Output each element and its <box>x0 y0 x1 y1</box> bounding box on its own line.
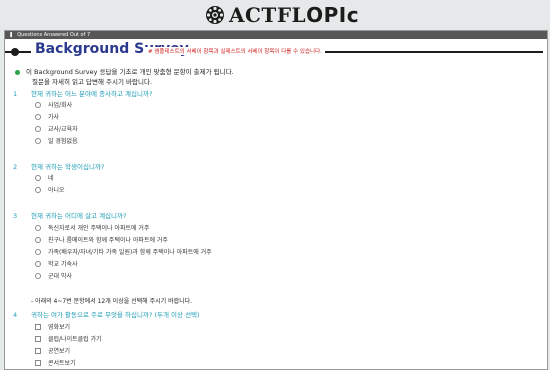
progress-icon: ❚ <box>9 32 14 38</box>
radio-button[interactable] <box>35 113 41 120</box>
title-row: Background Survey # 샘플테스트의 서베이 항목과 실제스트의… <box>5 39 547 63</box>
option-radio[interactable]: 가족(배우자/자녀/기타 가족 일원)과 함께 주택이나 아파트에 거주 <box>35 247 212 256</box>
option-checkbox[interactable]: 클럽/나이트클럽 가기 <box>35 334 102 343</box>
question-1: 1 현재 귀하는 어느 분야에 종사하고 계십니까? <box>13 90 153 98</box>
option-radio[interactable]: 교사/교육자 <box>35 124 78 133</box>
option-radio[interactable]: 독신자로서 개인 주택이나 아파트에 거주 <box>35 223 149 232</box>
bullet-icon <box>15 69 20 75</box>
intro-line-2: 질문을 자세히 읽고 답변해 주시기 바랍니다. <box>32 78 153 86</box>
option-radio[interactable]: 학교 기숙사 <box>35 259 78 268</box>
question-2: 2 현재 귀하는 학생이십니까? <box>13 163 105 171</box>
radio-button[interactable] <box>35 137 41 144</box>
checkbox[interactable] <box>35 335 41 342</box>
intro-text: 이 Background Survey 응답을 기초로 개인 맞춤형 문항이 출… <box>15 67 234 87</box>
emblem-icon <box>206 6 224 24</box>
radio-button[interactable] <box>35 236 41 243</box>
radio-button[interactable] <box>35 260 41 267</box>
option-checkbox[interactable]: 영화보기 <box>35 322 70 331</box>
radio-button[interactable] <box>35 224 41 231</box>
title-bullet-icon <box>11 48 19 56</box>
radio-button[interactable] <box>35 174 41 181</box>
radio-button[interactable] <box>35 125 41 132</box>
logo-text: ACTFLOPIc <box>229 3 360 27</box>
radio-button[interactable] <box>35 248 41 255</box>
option-checkbox[interactable]: 공연보기 <box>35 346 70 355</box>
checkbox[interactable] <box>35 359 41 366</box>
radio-button[interactable] <box>35 101 41 108</box>
progress-label: Questions Answered Out of 7 <box>17 32 91 38</box>
question-3: 3 현재 귀하는 어디에 살고 계십니까? <box>13 212 127 220</box>
checkbox[interactable] <box>35 323 41 330</box>
radio-button[interactable] <box>35 186 41 193</box>
option-radio[interactable]: 가사 <box>35 112 59 121</box>
actfl-opic-logo: ACTFLOPIc <box>205 3 360 27</box>
title-note: # 샘플테스트의 서베이 항목과 실제스트의 서베이 항목이 다를 수 있습니다… <box>145 47 325 55</box>
app-header: ACTFLOPIc <box>0 0 550 30</box>
option-radio[interactable]: 일 경험없음 <box>35 136 78 145</box>
survey-frame: ❚ Questions Answered Out of 7 Background… <box>4 30 548 370</box>
option-radio[interactable]: 아니오 <box>35 185 65 194</box>
question-4: 4 귀하는 여가 활동으로 주로 무엇을 하십니까? (두개 이상 선택) <box>13 311 200 319</box>
radio-button[interactable] <box>35 272 41 279</box>
option-radio[interactable]: 군대 막사 <box>35 271 72 280</box>
selection-note: - 아래의 4~7번 문항에서 12개 이상을 선택해 주시기 바랍니다. <box>31 298 193 305</box>
option-radio[interactable]: 사업/회사 <box>35 100 72 109</box>
option-radio[interactable]: 친구나 룸메이트와 함께 주택이나 아파트에 거주 <box>35 235 168 244</box>
checkbox[interactable] <box>35 347 41 354</box>
intro-line-1: 이 Background Survey 응답을 기초로 개인 맞춤형 문항이 출… <box>26 68 234 76</box>
option-radio[interactable]: 네 <box>35 173 54 182</box>
progress-bar: ❚ Questions Answered Out of 7 <box>5 31 547 39</box>
option-checkbox[interactable]: 콘서트보기 <box>35 358 76 367</box>
